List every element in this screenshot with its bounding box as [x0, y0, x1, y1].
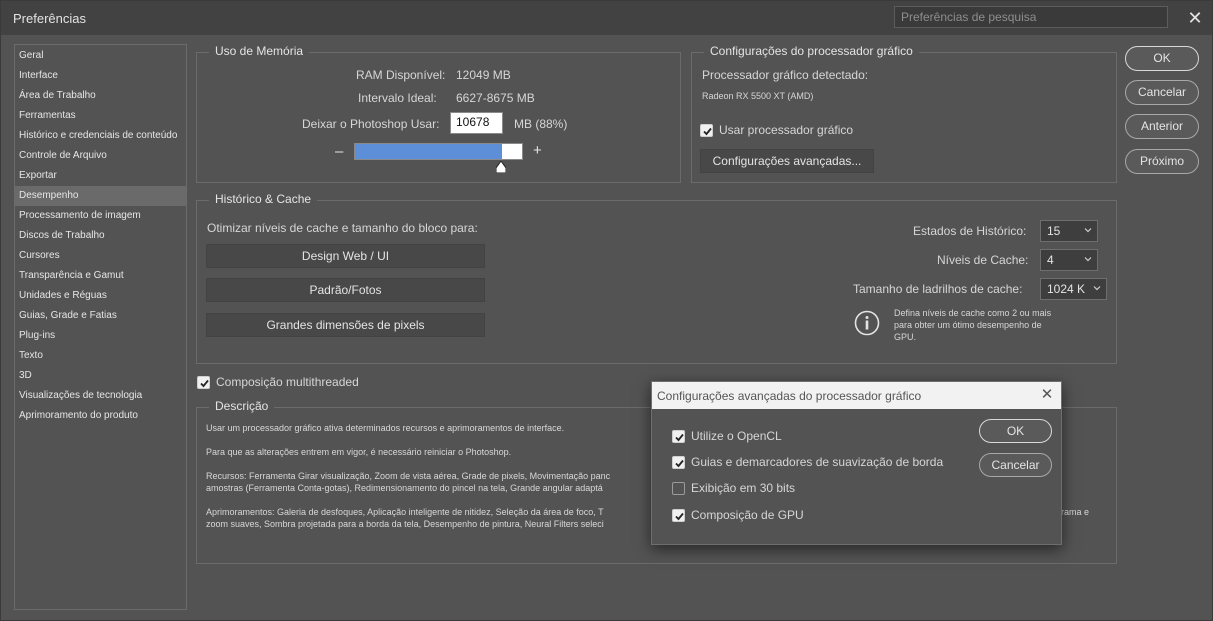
- dialog-ok-button[interactable]: OK: [979, 419, 1052, 443]
- sidebar-item[interactable]: Ferramentas: [15, 106, 186, 126]
- advanced-gpu-dialog: Configurações avançadas do processador g…: [651, 381, 1062, 545]
- history-cache-legend: Histórico & Cache: [209, 192, 318, 206]
- sidebar-item[interactable]: Unidades e Réguas: [15, 286, 186, 306]
- search-input[interactable]: [894, 6, 1168, 28]
- use-gpu-label: Usar processador gráfico: [719, 123, 854, 137]
- tile-size-select[interactable]: 1024 K: [1040, 278, 1107, 300]
- cancel-button[interactable]: Cancelar: [1125, 80, 1199, 105]
- chevron-down-icon: [1084, 228, 1092, 233]
- antialias-guides-checkbox[interactable]: [672, 456, 685, 469]
- sidebar-item[interactable]: Visualizações de tecnologia: [15, 386, 186, 406]
- sidebar-item[interactable]: 3D: [15, 366, 186, 386]
- sidebar-item[interactable]: Exportar: [15, 166, 186, 186]
- memory-percent-label: MB (88%): [514, 117, 568, 131]
- chevron-down-icon: [1093, 286, 1101, 291]
- sidebar-item[interactable]: Aprimoramento do produto: [15, 406, 186, 426]
- gpu-compositing-label: Composição de GPU: [691, 508, 804, 522]
- description-line-4a: Aprimoramentos: Galeria de desfoques, Ap…: [206, 507, 604, 517]
- close-icon[interactable]: ✕: [1186, 9, 1204, 27]
- sidebar-item[interactable]: Controle de Arquivo: [15, 146, 186, 166]
- ram-available-label: RAM Disponível:: [356, 68, 446, 82]
- use-gpu-checkbox[interactable]: [700, 124, 713, 137]
- preset-large-pixels-button[interactable]: Grandes dimensões de pixels: [206, 313, 485, 337]
- description-line-4a-tail: rama e: [1061, 507, 1090, 517]
- multithreaded-label: Composição multithreaded: [216, 375, 359, 389]
- gpu-detected-label: Processador gráfico detectado:: [702, 68, 869, 82]
- advanced-settings-button[interactable]: Configurações avançadas...: [700, 149, 874, 173]
- ideal-range-value: 6627-8675 MB: [456, 91, 535, 105]
- chevron-down-icon: [1084, 257, 1092, 262]
- cache-levels-select[interactable]: 4: [1040, 249, 1098, 271]
- tile-size-value: 1024 K: [1047, 282, 1086, 296]
- history-states-label: Estados de Histórico:: [913, 224, 1027, 238]
- opencl-checkbox[interactable]: [672, 430, 685, 443]
- preset-default-photos-button[interactable]: Padrão/Fotos: [206, 278, 485, 302]
- info-icon: [854, 310, 880, 336]
- optimize-cache-label: Otimizar níveis de cache e tamanho do bl…: [207, 221, 478, 235]
- ok-button[interactable]: OK: [1125, 46, 1199, 71]
- cache-info-line-2: para obter um ótimo desempenho de: [894, 320, 1042, 330]
- sidebar-item[interactable]: Geral: [15, 46, 186, 66]
- ideal-range-label: Intervalo Ideal:: [358, 91, 437, 105]
- memory-increase-button[interactable]: +: [533, 142, 542, 159]
- multithreaded-checkbox[interactable]: [197, 376, 210, 389]
- description-line-1: Usar um processador gráfico ativa determ…: [206, 423, 565, 433]
- description-line-3b: amostras (Ferramenta Conta-gotas), Redim…: [206, 483, 603, 493]
- description-line-3a: Recursos: Ferramenta Girar visualização,…: [206, 471, 611, 481]
- sidebar-item[interactable]: Plug-ins: [15, 326, 186, 346]
- antialias-guides-label: Guias e demarcadores de suavização de bo…: [691, 455, 944, 469]
- history-states-value: 15: [1047, 224, 1061, 238]
- sidebar-item[interactable]: Histórico e credenciais de conteúdo: [15, 126, 186, 146]
- dialog-cancel-button[interactable]: Cancelar: [979, 453, 1052, 477]
- 30-bit-display-label: Exibição em 30 bits: [691, 481, 796, 495]
- cache-info-line-1: Defina níveis de cache como 2 ou mais: [894, 308, 1052, 318]
- memory-amount-field[interactable]: 10678: [450, 112, 503, 134]
- history-states-select[interactable]: 15: [1040, 220, 1098, 242]
- description-line-4b: zoom suaves, Sombra projetada para a bor…: [206, 519, 604, 529]
- sidebar-item[interactable]: Processamento de imagem: [15, 206, 186, 226]
- sidebar-item[interactable]: Interface: [15, 66, 186, 86]
- memory-usage-legend: Uso de Memória: [209, 44, 310, 58]
- let-photoshop-use-label: Deixar o Photoshop Usar:: [302, 117, 440, 131]
- memory-decrease-button[interactable]: –: [335, 143, 343, 160]
- sidebar-item[interactable]: Transparência e Gamut: [15, 266, 186, 286]
- gpu-settings-legend: Configurações do processador gráfico: [704, 44, 919, 58]
- sidebar-item[interactable]: Texto: [15, 346, 186, 366]
- tile-size-label: Tamanho de ladrilhos de cache:: [853, 282, 1023, 296]
- gpu-detected-value: Radeon RX 5500 XT (AMD): [702, 91, 814, 101]
- sidebar-item[interactable]: Cursores: [15, 246, 186, 266]
- window-title: Preferências: [13, 11, 86, 26]
- dialog-title: Configurações avançadas do processador g…: [657, 389, 922, 403]
- sidebar-item[interactable]: Discos de Trabalho: [15, 226, 186, 246]
- next-button[interactable]: Próximo: [1125, 149, 1199, 174]
- preset-web-ui-button[interactable]: Design Web / UI: [206, 244, 485, 268]
- sidebar-item[interactable]: Guias, Grade e Fatias: [15, 306, 186, 326]
- close-icon[interactable]: ✕: [1039, 386, 1055, 404]
- cache-info-line-3: GPU.: [894, 332, 917, 342]
- sidebar-item[interactable]: Desempenho: [15, 186, 186, 206]
- previous-button[interactable]: Anterior: [1125, 114, 1199, 139]
- description-line-2: Para que as alterações entrem em vigor, …: [206, 447, 512, 457]
- 30-bit-display-checkbox[interactable]: [672, 482, 685, 495]
- description-legend: Descrição: [209, 399, 275, 413]
- cache-levels-label: Níveis de Cache:: [937, 253, 1029, 267]
- ram-available-value: 12049 MB: [456, 68, 511, 82]
- sidebar-item[interactable]: Área de Trabalho: [15, 86, 186, 106]
- cache-levels-value: 4: [1047, 253, 1054, 267]
- memory-slider[interactable]: [354, 143, 523, 160]
- opencl-label: Utilize o OpenCL: [691, 429, 782, 443]
- dialog-title-bar: Configurações avançadas do processador g…: [652, 382, 1061, 409]
- title-bar: Preferências ✕: [1, 1, 1212, 35]
- gpu-compositing-checkbox[interactable]: [672, 509, 685, 522]
- preferences-window: Preferências ✕ GeralInterfaceÁrea de Tra…: [0, 0, 1213, 621]
- memory-slider-fill: [355, 144, 502, 159]
- sidebar: Geral Interface Área de Trabalho Ferramenta…: [14, 44, 187, 610]
